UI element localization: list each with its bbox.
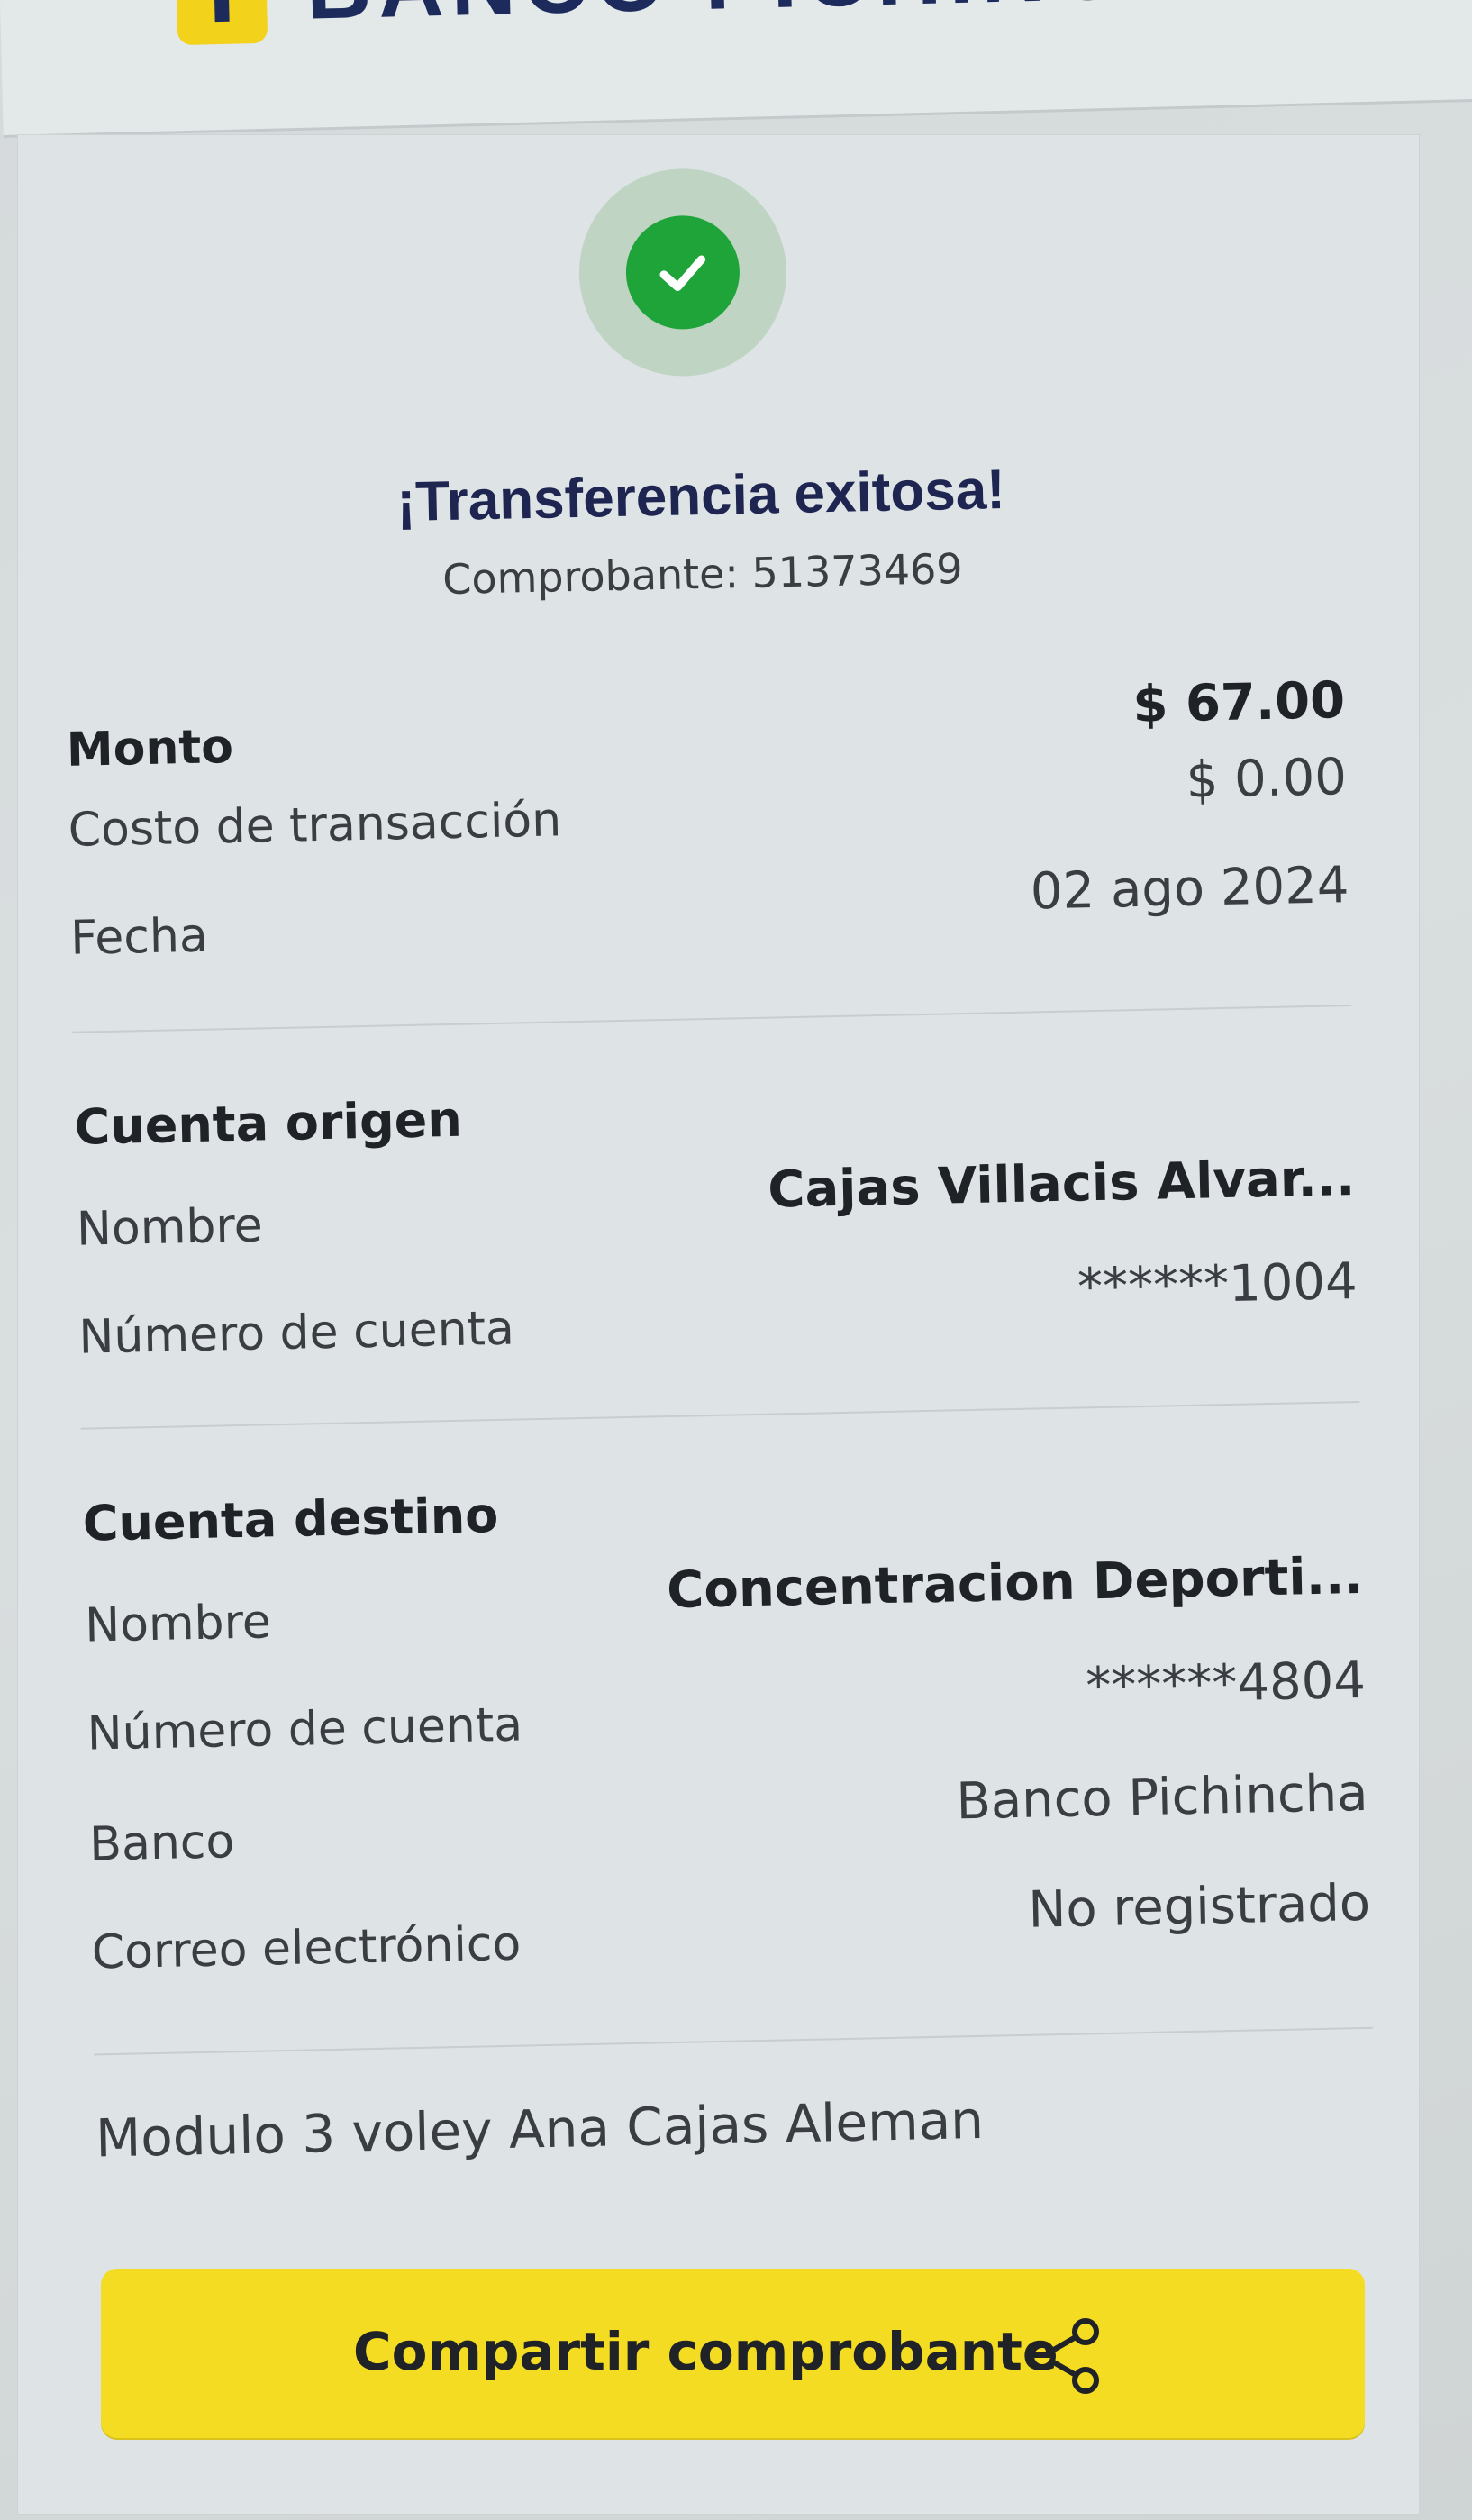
share-icon <box>1024 2315 1105 2397</box>
destination-section-title: Cuenta destino <box>82 1487 499 1552</box>
destination-email-value: No registrado <box>1027 1873 1371 1940</box>
destination-name-label: Nombre <box>84 1595 272 1653</box>
origin-account-value: ******1004 <box>1077 1251 1358 1317</box>
destination-bank-label: Banco <box>88 1815 235 1872</box>
origin-account-label: Número de cuenta <box>77 1301 515 1365</box>
share-receipt-label: Compartir comprobante <box>353 2321 1059 2382</box>
checkmark-icon <box>624 214 741 331</box>
fee-label: Costo de transacción <box>68 793 562 858</box>
amount-value: $ 67.00 <box>1131 671 1346 735</box>
share-receipt-button[interactable]: Compartir comprobante <box>101 2269 1365 2438</box>
amount-label: Monto <box>66 719 234 778</box>
bank-logo-icon <box>175 0 268 46</box>
fee-value: $ 0.00 <box>1186 748 1348 810</box>
origin-section-title: Cuenta origen <box>73 1090 463 1156</box>
destination-email-label: Correo electrónico <box>91 1916 522 1980</box>
destination-bank-value: Banco Pichincha <box>955 1763 1369 1832</box>
date-label: Fecha <box>69 908 209 966</box>
origin-name-label: Nombre <box>76 1198 264 1257</box>
destination-account-value: ******4804 <box>1085 1651 1367 1716</box>
date-value: 02 ago 2024 <box>1030 856 1350 922</box>
origin-name-value: Cajas Villacis Alvar... <box>767 1149 1356 1220</box>
bank-logo-text: BANCO PICHINCHA <box>304 0 1270 41</box>
destination-account-label: Número de cuenta <box>86 1697 523 1761</box>
